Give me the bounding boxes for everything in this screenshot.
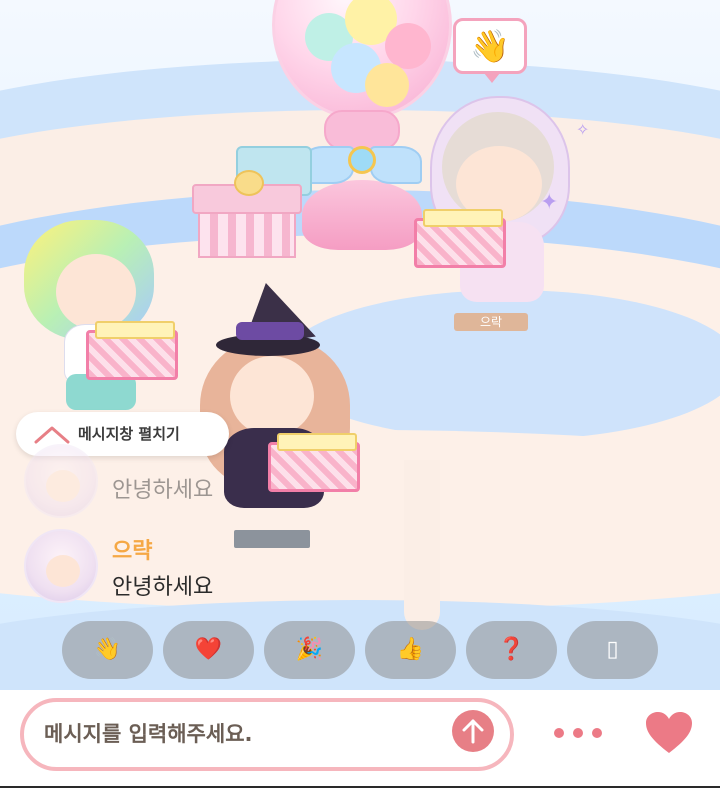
waving-hand-icon: 👋	[470, 27, 510, 65]
question-icon: ❓	[497, 637, 526, 662]
avatar-face	[230, 356, 314, 436]
party-popper-icon: 🎉	[295, 637, 324, 662]
emote-bubble: 👋	[453, 18, 527, 83]
emote-button-wave[interactable]: 👋	[62, 621, 153, 679]
sparkle-icon: ✦	[540, 190, 559, 215]
emote-button-unknown[interactable]: ▯	[567, 621, 658, 679]
emote-button-party[interactable]: 🎉	[264, 621, 355, 679]
gift-basket	[268, 433, 360, 492]
chat-text: 안녕하세요	[112, 478, 214, 503]
chat-text: 안녕하세요	[112, 575, 214, 600]
chat-input-bar: 메시지를 입력해주세요.	[0, 690, 720, 788]
gift-basket	[414, 209, 506, 268]
unknown-icon: ▯	[606, 637, 619, 662]
waving-hand-icon: 👋	[93, 637, 122, 662]
heart-button[interactable]	[644, 710, 694, 756]
avatar-stand	[234, 530, 310, 548]
emote-button-heart[interactable]: ❤️	[163, 621, 254, 679]
gift-basket	[86, 321, 178, 380]
avatar	[24, 444, 98, 518]
game-scene[interactable]: 으락 ✦ ✧ 👋	[0, 0, 720, 690]
avatar-face	[56, 254, 136, 330]
heart-icon: ❤️	[194, 637, 223, 662]
quick-emote-bar: 👋 ❤️ 🎉 👍 ❓ ▯	[62, 621, 662, 679]
avatar-name-tag: 으락	[454, 313, 528, 331]
send-button[interactable]	[452, 710, 494, 752]
message-input[interactable]: 메시지를 입력해주세요.	[20, 698, 514, 771]
emote-button-thumbs-up[interactable]: 👍	[365, 621, 456, 679]
chevron-up-icon	[34, 426, 70, 444]
thumbs-up-icon: 👍	[396, 637, 425, 662]
cream-drip	[404, 460, 440, 630]
avatar[interactable]	[24, 529, 98, 603]
heart-icon	[646, 712, 692, 753]
message-input-placeholder: 메시지를 입력해주세요.	[44, 722, 253, 746]
arrow-up-icon	[462, 719, 484, 744]
gift-box-pink[interactable]	[192, 170, 302, 260]
sparkle-icon: ✧	[576, 120, 590, 139]
emote-button-question[interactable]: ❓	[466, 621, 557, 679]
more-options-button[interactable]	[548, 718, 608, 748]
chat-nickname[interactable]: 으략	[112, 533, 152, 565]
avatar-left[interactable]	[18, 214, 188, 414]
expand-chat-label: 메시지창 펼치기	[78, 425, 180, 443]
witch-hat	[210, 277, 320, 358]
more-dots-icon	[554, 728, 564, 738]
avatar-right[interactable]	[404, 96, 594, 316]
